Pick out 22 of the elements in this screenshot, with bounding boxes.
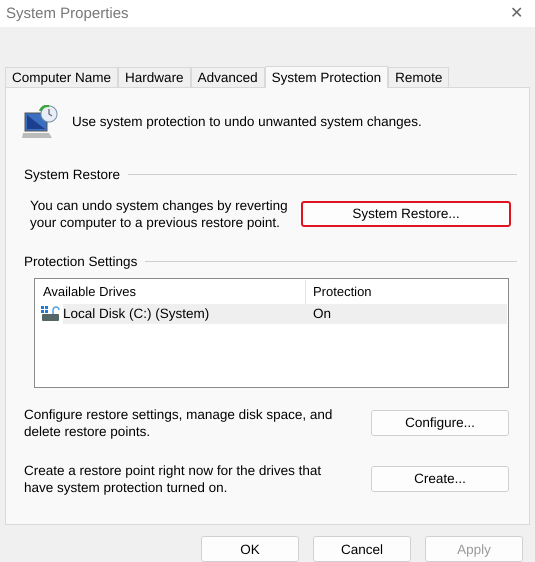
drive-icon — [41, 306, 61, 322]
window-title: System Properties — [6, 4, 129, 22]
tab[interactable]: System Protection — [264, 66, 388, 88]
drive-name[interactable]: Local Disk (C:) (System) — [63, 304, 306, 324]
column-header[interactable]: Protection — [306, 280, 507, 304]
action-button[interactable]: Configure... — [371, 410, 509, 436]
description-text: You can undo system changes by reverting your computer to a previous restore point. — [30, 196, 289, 231]
section-heading: System Restore — [24, 166, 120, 183]
description-text: Configure restore settings, manage disk space, and delete restore points. — [24, 406, 334, 440]
tab[interactable]: Computer Name — [5, 66, 118, 87]
action-button[interactable]: Create... — [371, 466, 509, 492]
description-text: Create a restore point right now for the drives that have system protection turned on. — [24, 462, 322, 496]
protection-status[interactable]: On — [306, 304, 507, 324]
system-restore-button[interactable]: System Restore... — [301, 200, 511, 227]
tab[interactable]: Advanced — [190, 66, 265, 87]
close-icon[interactable]: ✕ — [510, 3, 523, 24]
section-heading: Protection Settings — [24, 252, 138, 270]
intro-text: Use system protection to undo unwanted system changes. — [72, 113, 422, 130]
dialog-button[interactable]: Cancel — [313, 536, 411, 562]
tab[interactable]: Hardware — [118, 66, 191, 87]
tab[interactable]: Remote — [388, 66, 450, 87]
dialog-button[interactable]: OK — [201, 536, 299, 562]
